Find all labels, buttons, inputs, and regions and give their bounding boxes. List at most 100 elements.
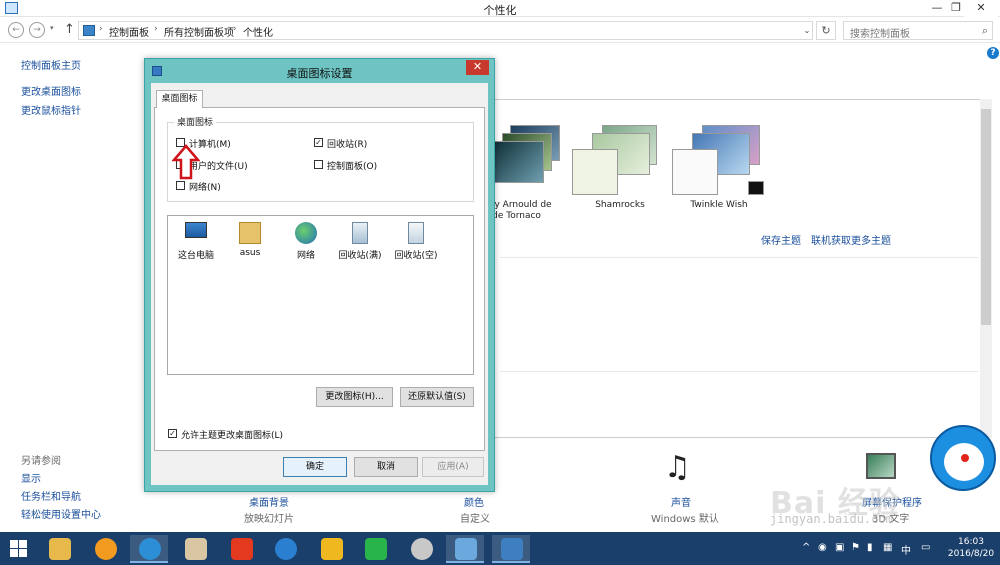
- network-globe-icon: [295, 222, 317, 244]
- control-panel-icon: [83, 25, 95, 36]
- refresh-button[interactable]: ↻: [816, 21, 836, 40]
- breadcrumb-all-items[interactable]: 所有控制面板项: [164, 24, 234, 39]
- desktop-background-value: 放映幻灯片: [244, 514, 294, 525]
- network-checkbox[interactable]: [176, 181, 185, 190]
- breadcrumb-separator[interactable]: ›: [99, 24, 103, 34]
- dialog-title: 桌面图标设置: [286, 67, 353, 80]
- tray-flag-icon[interactable]: ⚑: [851, 542, 860, 553]
- taskbar-iqiyi[interactable]: [356, 535, 394, 563]
- change-icon-button[interactable]: 更改图标(H)...: [316, 387, 393, 407]
- dialog-titlebar[interactable]: 桌面图标设置 ✕: [145, 59, 494, 83]
- address-field[interactable]: › 控制面板 › 所有控制面板项 › 个性化: [78, 21, 813, 40]
- theme-thumbnail-shamrocks[interactable]: [572, 125, 662, 197]
- ease-of-access-link[interactable]: 轻松使用设置中心: [21, 506, 101, 521]
- breadcrumb-control-panel[interactable]: 控制面板: [109, 24, 149, 39]
- forward-button[interactable]: →: [29, 22, 45, 38]
- taskbar-power-app[interactable]: [222, 535, 260, 563]
- box-app-icon: [321, 538, 343, 560]
- apply-button[interactable]: 应用(A): [422, 457, 484, 477]
- back-button[interactable]: ←: [8, 22, 24, 38]
- ok-button[interactable]: 确定: [283, 457, 347, 477]
- desktop-icons-group: 桌面图标 计算机(M) ✓ 回收站(R) 用户的文件(U) 控制面板(O) 网络…: [167, 115, 474, 202]
- allow-themes-label[interactable]: 允许主题更改桌面图标(L): [181, 428, 283, 441]
- dialog-body: 桌面图标 桌面图标 计算机(M) ✓ 回收站(R) 用户的文件(U) 控制面板(…: [151, 83, 488, 485]
- tray-keyboard-icon[interactable]: ▣: [835, 542, 844, 553]
- recycle-bin-checkbox[interactable]: ✓: [314, 138, 323, 147]
- scrollbar-thumb[interactable]: [981, 109, 991, 325]
- control-panel-checkbox[interactable]: [314, 160, 323, 169]
- control-panel-home-link[interactable]: 控制面板主页: [21, 57, 81, 72]
- tray-ime-indicator[interactable]: 中: [901, 542, 911, 557]
- icon-item-user[interactable]: asus: [224, 222, 276, 258]
- cancel-button[interactable]: 取消: [354, 457, 418, 477]
- tab-desktop-icons[interactable]: 桌面图标: [156, 90, 203, 108]
- breadcrumb-separator[interactable]: ›: [233, 24, 237, 34]
- theme-thumbnail-twinkle[interactable]: [672, 125, 768, 197]
- control-panel-icon: [455, 538, 477, 560]
- change-mouse-pointer-link[interactable]: 更改鼠标指针: [21, 102, 81, 117]
- get-more-themes-link[interactable]: 联机获取更多主题: [811, 232, 891, 247]
- monitor-icon: [501, 538, 523, 560]
- theme-scrollbar[interactable]: [980, 99, 992, 438]
- taskbar-paint[interactable]: [176, 535, 214, 563]
- icon-list[interactable]: 这台电脑 asus 网络 回收站(满) 回收站(空): [167, 215, 474, 375]
- taskbar-cloud-app[interactable]: [266, 535, 304, 563]
- tray-notification-icon[interactable]: ▭: [921, 542, 930, 553]
- sound-icon[interactable]: ♫: [664, 453, 691, 483]
- start-button[interactable]: [0, 535, 38, 563]
- up-button[interactable]: ↑: [64, 22, 75, 37]
- taskbar-control-panel[interactable]: [446, 535, 484, 563]
- recent-pages-chevron-icon[interactable]: ▾: [50, 24, 54, 32]
- desktop-background-link[interactable]: 桌面背景: [249, 494, 289, 509]
- allow-themes-checkbox[interactable]: ✓: [168, 429, 177, 438]
- theme-label-twinkle: Twinkle Wish: [690, 200, 748, 210]
- address-dropdown-button[interactable]: ⌄: [800, 21, 814, 40]
- folder-icon: [49, 538, 71, 560]
- user-folder-icon: [239, 222, 261, 244]
- taskbar-tool-app[interactable]: [402, 535, 440, 563]
- taskbar-wifi-app[interactable]: [86, 535, 124, 563]
- search-field[interactable]: 搜索控制面板 ⌕: [843, 21, 993, 40]
- icon-item-recycle-full[interactable]: 回收站(满): [334, 222, 386, 261]
- breadcrumb-separator[interactable]: ›: [154, 24, 158, 34]
- red-arrow-annotation: [172, 144, 200, 180]
- computer-icon: [185, 222, 207, 238]
- divider: [500, 257, 978, 258]
- recycle-bin-checkbox-label[interactable]: 回收站(R): [327, 137, 367, 150]
- tray-caret-icon[interactable]: ^: [802, 542, 810, 553]
- theme-label-shamrocks: Shamrocks: [595, 200, 645, 210]
- icon-item-this-pc[interactable]: 这台电脑: [170, 222, 222, 261]
- icon-label: 回收站(满): [338, 251, 382, 261]
- window-title: 个性化: [483, 4, 517, 17]
- taskbar-ie[interactable]: [130, 535, 168, 563]
- save-theme-link[interactable]: 保存主题: [761, 232, 801, 247]
- help-button[interactable]: ?: [987, 47, 999, 59]
- change-desktop-icons-link[interactable]: 更改桌面图标: [21, 83, 81, 98]
- icon-item-network[interactable]: 网络: [280, 222, 332, 261]
- clock-time: 16:03: [958, 537, 984, 547]
- watermark-url: jingyan.baidu.com: [770, 512, 893, 526]
- tray-network-icon[interactable]: ▦: [883, 542, 892, 553]
- dialog-close-button[interactable]: ✕: [466, 60, 489, 75]
- breadcrumb-personalization[interactable]: 个性化: [243, 24, 273, 39]
- restore-default-button[interactable]: 还原默认值(S): [400, 387, 474, 407]
- taskbar-box-app[interactable]: [312, 535, 350, 563]
- clock[interactable]: 16:03 2016/8/20: [944, 536, 998, 560]
- color-link[interactable]: 颜色: [464, 494, 484, 509]
- taskbar-file-explorer[interactable]: [40, 535, 78, 563]
- group-title: 桌面图标: [174, 115, 217, 128]
- display-link[interactable]: 显示: [21, 470, 41, 485]
- control-panel-checkbox-label[interactable]: 控制面板(O): [327, 159, 377, 172]
- tray-battery-icon[interactable]: ▮: [867, 542, 873, 553]
- close-button[interactable]: ✕: [964, 0, 998, 17]
- taskbar-desktop-icons[interactable]: [492, 535, 530, 563]
- taskbar-navigation-link[interactable]: 任务栏和导航: [21, 488, 81, 503]
- tray-user-icon[interactable]: ◉: [818, 542, 827, 553]
- screensaver-icon[interactable]: [866, 453, 896, 479]
- icon-item-recycle-empty[interactable]: 回收站(空): [390, 222, 442, 261]
- sound-link[interactable]: 声音: [671, 494, 691, 509]
- browser-icon: [139, 538, 161, 560]
- address-toolbar: ← → ▾ ↑ › 控制面板 › 所有控制面板项 › 个性化 ⌄ ↻ 搜索控制面…: [0, 17, 1000, 43]
- network-checkbox-label[interactable]: 网络(N): [189, 180, 221, 193]
- icon-label: 回收站(空): [394, 251, 438, 261]
